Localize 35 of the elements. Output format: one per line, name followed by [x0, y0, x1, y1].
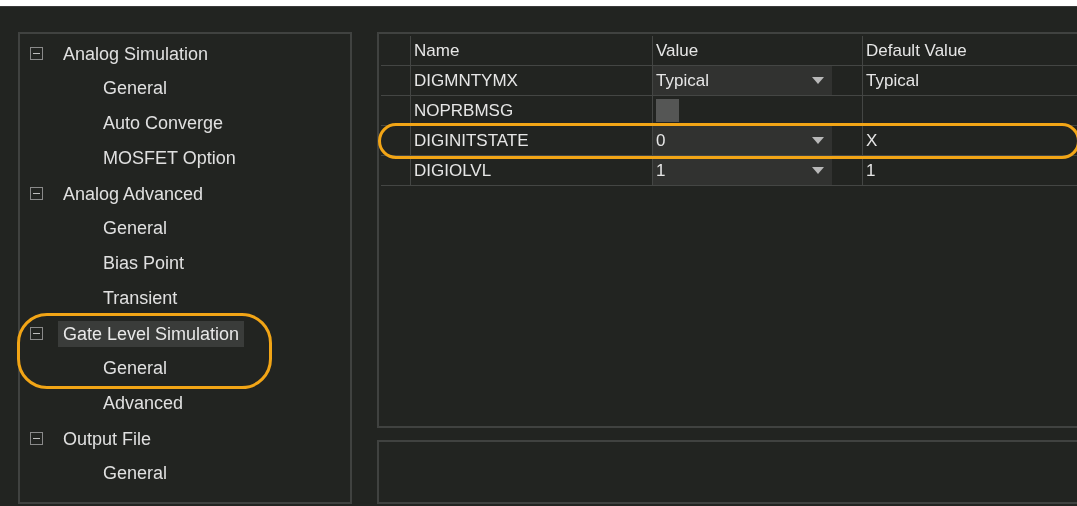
column-header[interactable]: Default Value — [863, 36, 1077, 66]
tree-item[interactable]: Transient — [103, 285, 178, 312]
table-cell: X — [863, 126, 1077, 156]
table-cell: Typical — [863, 66, 1077, 96]
table-cell: NOPRBMSG — [411, 96, 653, 126]
tree-item[interactable]: General — [103, 75, 168, 102]
collapse-icon[interactable] — [30, 47, 43, 60]
tree-item[interactable]: Advanced — [103, 390, 184, 417]
tree-item[interactable]: Analog Simulation — [58, 40, 214, 67]
collapse-icon[interactable] — [30, 187, 43, 200]
value-dropdown[interactable]: 0 — [653, 126, 832, 155]
tree-item[interactable]: Bias Point — [103, 250, 185, 277]
tree-item[interactable]: Auto Converge — [103, 110, 224, 137]
tree-item[interactable]: General — [103, 460, 168, 487]
caret-icon — [812, 137, 824, 144]
tree-item[interactable]: Analog Advanced — [58, 180, 209, 207]
tree-item[interactable]: Output File — [58, 425, 157, 452]
tree-item[interactable]: Gate Level Simulation — [58, 320, 245, 347]
row-header[interactable] — [381, 156, 411, 186]
table-cell: DIGIOLVL — [411, 156, 653, 186]
table-cell: DIGMNTYMX — [411, 66, 653, 96]
collapse-icon[interactable] — [30, 432, 43, 445]
caret-icon — [812, 167, 824, 174]
collapse-icon[interactable] — [30, 327, 43, 340]
tree-item[interactable]: MOSFET Option — [103, 145, 236, 172]
tree-item[interactable]: General — [103, 215, 168, 242]
caret-icon — [812, 77, 824, 84]
row-header[interactable] — [381, 96, 411, 126]
column-header[interactable]: Name — [411, 36, 653, 66]
table-cell: 1 — [863, 156, 1077, 186]
tree-item[interactable]: General — [103, 355, 168, 382]
table-cell: DIGINITSTATE — [411, 126, 653, 156]
row-header[interactable] — [381, 126, 411, 156]
value-dropdown[interactable]: Typical — [653, 66, 832, 95]
checkbox[interactable] — [656, 99, 679, 122]
